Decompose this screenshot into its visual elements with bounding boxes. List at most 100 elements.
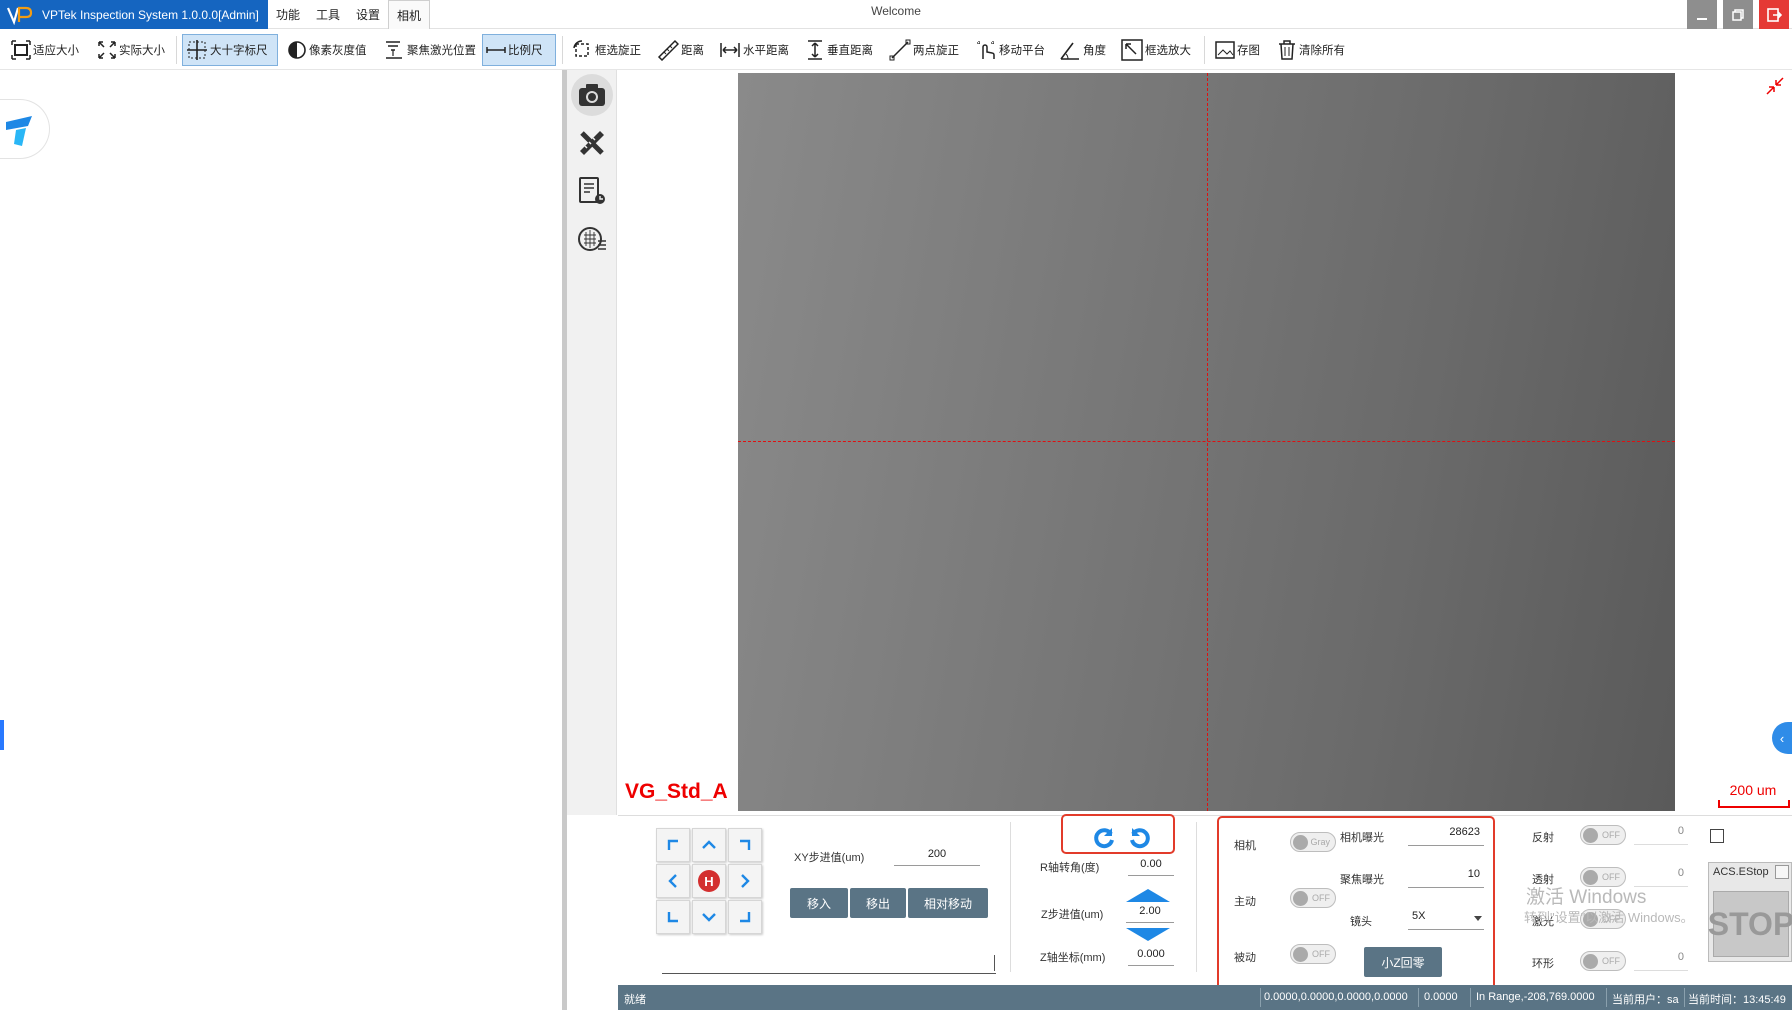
jog-right-button[interactable] [728, 864, 762, 898]
menu-tools[interactable]: 工具 [308, 0, 348, 29]
wafer-map-button[interactable] [571, 218, 613, 260]
status-value: 0.0000 [1424, 991, 1458, 1003]
focus-exposure-input[interactable]: 10 [1408, 868, 1484, 888]
z-home-button[interactable]: 小Z回零 [1364, 947, 1442, 977]
rotate-highlight-box [1061, 814, 1175, 854]
move-in-button[interactable]: 移入 [790, 888, 848, 918]
move-stage-icon [977, 41, 995, 59]
passive-label: 被动 [1234, 952, 1256, 964]
r-angle-input[interactable]: 0.00 [1128, 858, 1174, 876]
passive-toggle[interactable]: OFF [1290, 944, 1336, 964]
toolbar-separator [1204, 36, 1205, 64]
rotate-ccw-icon[interactable] [1092, 826, 1116, 850]
progress-line [662, 973, 996, 974]
jog-up-button[interactable] [692, 828, 726, 862]
calibration-button[interactable] [571, 122, 613, 164]
xy-step-input[interactable]: 200 [894, 848, 980, 866]
ring-toggle[interactable]: OFF [1580, 951, 1626, 971]
jog-left-button[interactable] [656, 864, 690, 898]
active-toggle[interactable]: OFF [1290, 888, 1336, 908]
toolbar-separator [562, 36, 563, 64]
save-image-button[interactable]: 存图 [1212, 34, 1263, 66]
clear-all-button[interactable]: 清除所有 [1274, 34, 1348, 66]
estop-button[interactable]: STOP [1708, 891, 1792, 957]
box-zoom-button[interactable]: 框选放大 [1118, 34, 1194, 66]
estop-window-control[interactable] [1775, 865, 1789, 879]
angle-button[interactable]: 角度 [1056, 34, 1109, 66]
horizontal-distance-button[interactable]: 水平距离 [716, 34, 792, 66]
rotate-cw-icon[interactable] [1128, 826, 1152, 850]
jog-down-button[interactable] [692, 900, 726, 934]
fit-size-label: 适应大小 [33, 45, 79, 57]
jog-down-right-button[interactable] [728, 900, 762, 934]
fit-size-button[interactable]: 适应大小 [8, 34, 82, 66]
menu-function[interactable]: 功能 [268, 0, 308, 29]
exit-icon [1767, 7, 1782, 22]
chevron-left-icon [668, 874, 677, 888]
horizontal-distance-icon [720, 43, 740, 57]
focus-exposure-label: 聚焦曝光 [1340, 874, 1384, 886]
status-separator [1418, 988, 1419, 1007]
capture-button[interactable] [571, 74, 613, 116]
status-user: 当前用户：sa [1612, 994, 1679, 1006]
chevron-right-icon [741, 874, 750, 888]
corner-down-left-icon [667, 912, 678, 923]
ruler-pencil-icon [580, 131, 604, 155]
title-bar: Welcome VPTek Inspection System 1.0.0.0[… [0, 0, 1792, 29]
reflect-label: 反射 [1532, 832, 1554, 844]
move-stage-button[interactable]: 移动平台 [972, 34, 1048, 66]
reflect-checkbox[interactable] [1710, 829, 1724, 843]
actual-size-button[interactable]: 实际大小 [94, 34, 168, 66]
jog-up-right-button[interactable] [728, 828, 762, 862]
box-rotate-button[interactable]: 框选旋正 [568, 34, 644, 66]
left-edge-marker [0, 720, 4, 750]
exposure-input[interactable]: 28623 [1408, 826, 1484, 846]
laser-focus-label: 聚焦激光位置 [407, 45, 476, 57]
status-separator [1260, 988, 1261, 1007]
ring-input[interactable]: 0 [1634, 951, 1688, 971]
z-down-arrow-icon[interactable] [1124, 926, 1172, 942]
scale-bar-label: 比例尺 [508, 45, 543, 57]
corner-up-right-icon [740, 839, 751, 850]
lens-select[interactable]: 5X [1408, 910, 1484, 930]
distance-button[interactable]: 距离 [654, 34, 707, 66]
camera-gray-toggle[interactable]: Gray [1290, 832, 1336, 852]
box-rotate-icon [573, 40, 589, 57]
activation-watermark: 激活 Windows [1526, 887, 1647, 908]
menu-settings[interactable]: 设置 [348, 0, 388, 29]
laser-focus-button[interactable]: 聚焦激光位置 [380, 34, 479, 66]
menu-camera[interactable]: 相机 [388, 0, 431, 29]
ruler-icon [657, 39, 679, 61]
z-step-input[interactable]: 2.00 [1126, 905, 1174, 923]
two-point-rotate-button[interactable]: 两点旋正 [886, 34, 962, 66]
jog-home-button[interactable]: H [692, 864, 726, 898]
collapse-icon[interactable] [1765, 76, 1785, 96]
z-coord-input[interactable]: 0.000 [1128, 948, 1174, 966]
crosshair-ruler-button[interactable]: 大十字标尺 [182, 34, 278, 66]
relative-move-button[interactable]: 相对移动 [908, 888, 988, 918]
corner-down-right-icon [740, 912, 751, 923]
reflect-toggle[interactable]: OFF [1580, 825, 1626, 845]
menu-bar: 功能 工具 设置 相机 [268, 0, 431, 29]
toolbar: 适应大小 实际大小 大十字标尺 像素灰度值 聚焦激光位置 比例尺 框选旋正 距离… [0, 30, 1792, 70]
status-time: 当前时间：13:45:49 [1688, 994, 1786, 1006]
report-button[interactable] [571, 170, 613, 212]
jog-up-left-button[interactable] [656, 828, 690, 862]
reflect-toggle-state: OFF [1602, 830, 1620, 840]
restore-icon [1732, 8, 1744, 21]
vertical-distance-button[interactable]: 垂直距离 [802, 34, 876, 66]
restore-button[interactable] [1723, 0, 1753, 29]
z-up-arrow-icon[interactable] [1124, 888, 1172, 904]
grayscale-button[interactable]: 像素灰度值 [284, 34, 370, 66]
jog-down-left-button[interactable] [656, 900, 690, 934]
minimize-button[interactable] [1687, 0, 1717, 29]
move-out-button[interactable]: 移出 [850, 888, 906, 918]
report-icon [579, 177, 605, 204]
z-coord-label: Z轴坐标(mm) [1040, 952, 1106, 964]
reflect-input[interactable]: 0 [1634, 825, 1688, 845]
panel-divider [1010, 822, 1011, 972]
camera-icon [579, 84, 605, 106]
scale-bar-button[interactable]: 比例尺 [482, 34, 556, 66]
close-button[interactable] [1759, 0, 1789, 29]
status-coords: 0.0000,0.0000,0.0000,0.0000 [1264, 991, 1408, 1003]
